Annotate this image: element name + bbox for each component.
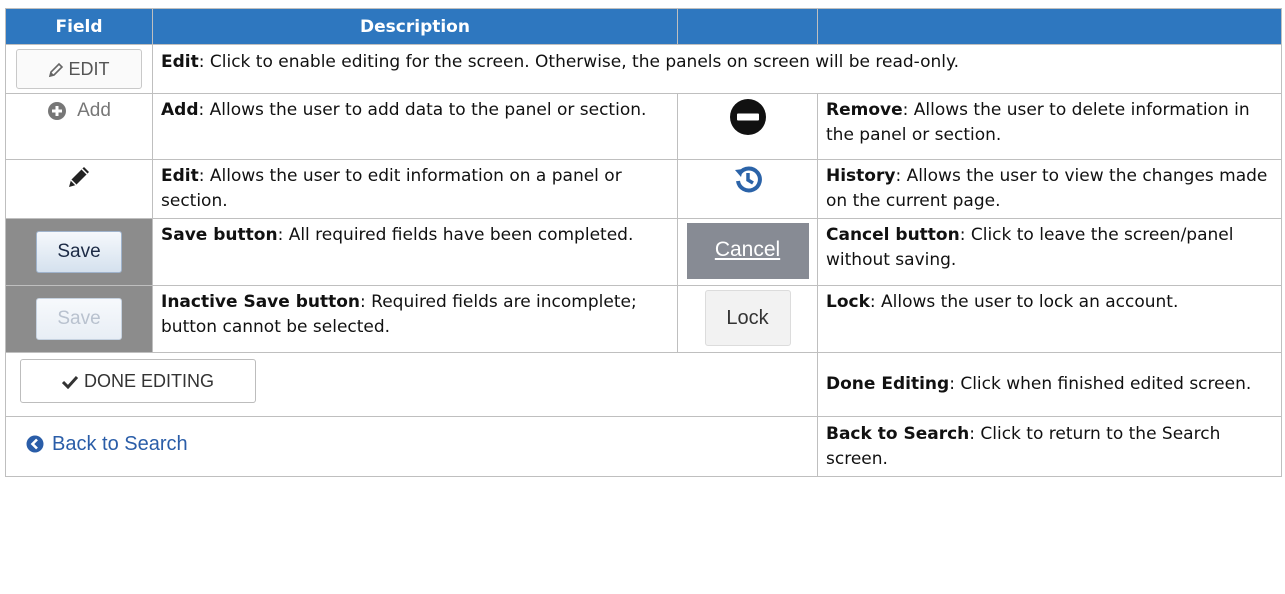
description-cell: Cancel button: Click to leave the screen… <box>817 218 1282 286</box>
back-to-search-link[interactable]: Back to Search <box>26 432 188 457</box>
term: Save button <box>161 225 278 245</box>
field-cell: Back to Search <box>5 416 818 477</box>
field-cell: Cancel <box>677 218 818 286</box>
definition: : Allows the user to add data to the pan… <box>198 100 647 120</box>
table-row: Add Add: Allows the user to add data to … <box>5 93 1282 160</box>
done-editing-button[interactable]: DONE EDITING <box>20 359 256 403</box>
table-row: Save Inactive Save button: Required fiel… <box>5 285 1282 353</box>
cancel-button-label: Cancel <box>714 238 781 261</box>
minus-circle-icon[interactable] <box>729 98 767 136</box>
field-cell <box>5 159 153 219</box>
save-button-frame: Save <box>6 219 152 285</box>
reference-table: Field Description EDIT Edit: Click to en… <box>5 8 1282 477</box>
term: Add <box>161 100 199 120</box>
field-cell: Add <box>5 93 153 160</box>
field-cell <box>677 159 818 219</box>
inactive-save-button-frame: Save <box>6 286 152 352</box>
save-button[interactable]: Save <box>36 231 122 273</box>
field-cell: Save <box>5 285 153 353</box>
header-field: Field <box>5 8 153 45</box>
table-row: DONE EDITING Done Editing: Click when fi… <box>5 352 1282 417</box>
description-cell: Save button: All required fields have be… <box>152 218 678 286</box>
edit-button-label: EDIT <box>68 59 110 79</box>
term: Cancel button <box>826 225 960 245</box>
field-cell: Lock <box>677 285 818 353</box>
definition: : Click to enable editing for the screen… <box>198 52 960 72</box>
checkmark-icon <box>61 375 79 390</box>
history-icon[interactable] <box>733 164 763 194</box>
definition: : Allows the user to edit information on… <box>161 166 622 211</box>
definition: : Click when finished edited screen. <box>949 374 1252 394</box>
header-blank-3 <box>677 8 818 45</box>
header-row: Field Description <box>5 8 1282 45</box>
pencil-icon <box>49 62 64 78</box>
description-cell: Back to Search: Click to return to the S… <box>817 416 1282 477</box>
term: Lock <box>826 292 870 312</box>
description-cell: Lock: Allows the user to lock an account… <box>817 285 1282 353</box>
table-row: Edit: Allows the user to edit informatio… <box>5 159 1282 219</box>
term: Back to Search <box>826 423 970 444</box>
description-cell: History: Allows the user to view the cha… <box>817 159 1282 219</box>
table-row: Save Save button: All required fields ha… <box>5 218 1282 286</box>
term: Edit <box>161 166 199 186</box>
cancel-button[interactable]: Cancel <box>686 223 809 279</box>
description-cell: Done Editing: Click when finished edited… <box>817 352 1282 417</box>
plus-circle-icon <box>48 101 67 120</box>
term: Done Editing <box>826 374 950 394</box>
chevron-left-circle-icon <box>26 435 44 453</box>
add-control[interactable]: Add <box>47 98 111 123</box>
done-editing-label: DONE EDITING <box>83 371 214 391</box>
header-description: Description <box>152 8 678 45</box>
field-cell: EDIT <box>5 44 153 94</box>
table-row: Back to Search Back to Search: Click to … <box>5 416 1282 477</box>
add-label: Add <box>77 100 111 121</box>
description-cell: Edit: Click to enable editing for the sc… <box>152 44 1282 94</box>
definition: : Allows the user to lock an account. <box>869 292 1179 312</box>
pencil-icon[interactable] <box>66 164 92 190</box>
field-cell <box>677 93 818 160</box>
term: History <box>826 166 896 186</box>
description-cell: Inactive Save button: Required fields ar… <box>152 285 678 353</box>
back-to-search-label: Back to Search <box>52 432 188 455</box>
description-cell: Add: Allows the user to add data to the … <box>152 93 678 160</box>
inactive-save-button: Save <box>36 298 122 340</box>
term: Edit <box>161 52 199 72</box>
field-cell: DONE EDITING <box>5 352 818 417</box>
term: Inactive Save button <box>161 292 361 312</box>
term: Remove <box>826 100 903 120</box>
description-cell: Remove: Allows the user to delete inform… <box>817 93 1282 160</box>
description-cell: Edit: Allows the user to edit informatio… <box>152 159 678 219</box>
lock-button[interactable]: Lock <box>704 290 791 346</box>
edit-button[interactable]: EDIT <box>16 49 142 89</box>
field-cell: Save <box>5 218 153 286</box>
definition: : All required fields have been complete… <box>277 225 634 245</box>
table-row: EDIT Edit: Click to enable editing for t… <box>5 44 1282 94</box>
header-blank-4 <box>817 8 1282 45</box>
